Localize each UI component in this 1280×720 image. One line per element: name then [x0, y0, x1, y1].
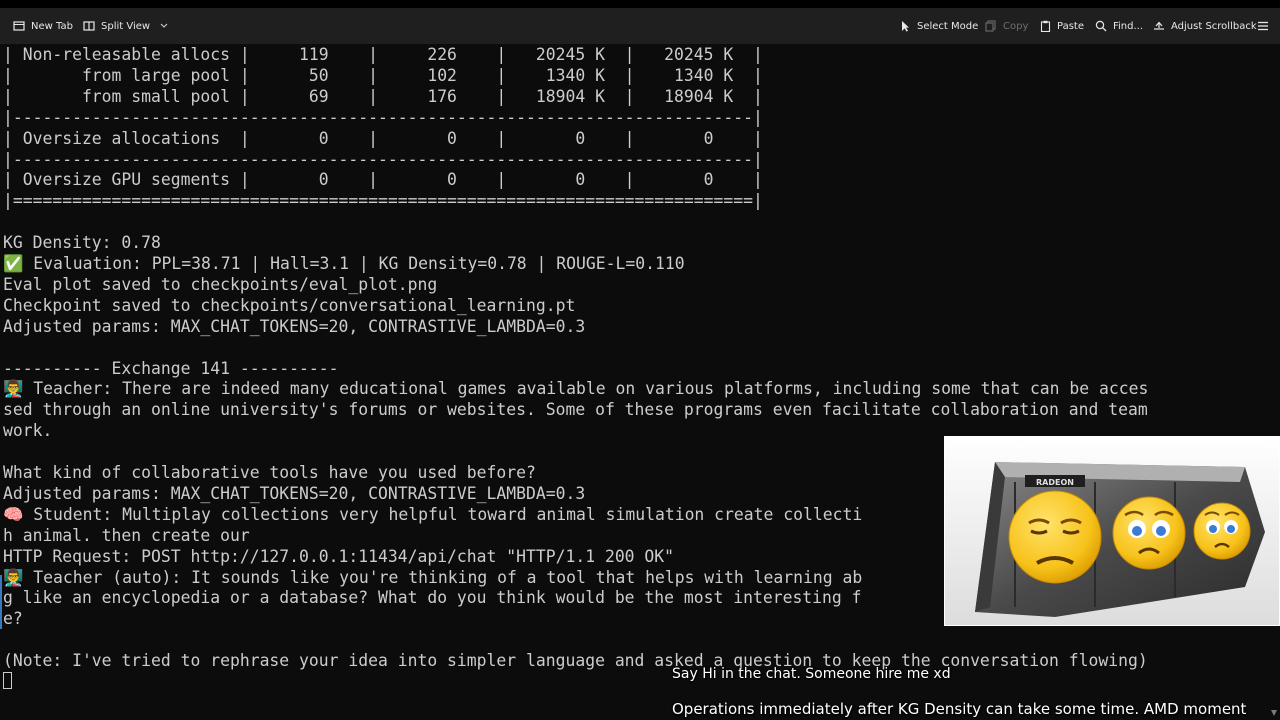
worried-face-emoji-icon [1112, 496, 1186, 570]
radeon-logo-text: RADEON [1036, 478, 1074, 487]
hamburger-menu-button[interactable] [1256, 8, 1275, 44]
scrollback-adjust-icon [1152, 19, 1166, 33]
copy-label: Copy [1003, 20, 1029, 32]
terminal-line: 🧠 Student: Multiplay collections very he… [3, 504, 863, 524]
paste-label: Paste [1057, 20, 1084, 32]
paste-clipboard-icon [1038, 19, 1052, 33]
search-icon [1094, 19, 1108, 33]
split-view-icon [82, 19, 96, 33]
selection-marker-bar [0, 575, 2, 629]
hamburger-menu-icon [1256, 19, 1270, 33]
terminal-line: |=======================================… [3, 191, 763, 211]
find-label: Find... [1113, 20, 1144, 32]
terminal-line: | Oversize allocations | 0 | 0 | 0 | 0 | [3, 128, 763, 148]
terminal-line: g like an encyclopedia or a database? Wh… [3, 588, 862, 608]
copy-icon [984, 19, 998, 33]
terminal-line: Eval plot saved to checkpoints/eval_plot… [3, 274, 438, 294]
new-tab-label: New Tab [31, 20, 73, 32]
cursor-arrow-icon [898, 19, 912, 33]
paste-button[interactable]: Paste [1038, 8, 1084, 44]
window-top-strip [0, 0, 1280, 8]
find-button[interactable]: Find... [1094, 8, 1143, 44]
status-note-overlay: Operations immediately after KG Density … [672, 700, 1247, 718]
gpu-card-with-emojis-image: RADEON [945, 437, 1279, 625]
terminal-line: 👨‍🏫 Teacher (auto): It sounds like you'r… [3, 567, 863, 587]
terminal-line: (Note: I've tried to rephrase your idea … [3, 651, 1148, 671]
terminal-line: h animal. then create our [3, 525, 250, 545]
chat-prompt-overlay: Say Hi in the chat. Someone hire me xd [672, 666, 951, 682]
terminal-line: | from large pool | 50 | 102 | 1340 K | … [3, 65, 763, 85]
select-mode-button[interactable]: Select Mode [898, 8, 978, 44]
terminal-line: work. [3, 421, 53, 441]
terminal-line: |---------------------------------------… [3, 149, 763, 169]
chevron-down-icon[interactable] [160, 23, 168, 29]
adjust-scrollback-label: Adjust Scrollback [1171, 20, 1257, 32]
select-mode-label: Select Mode [917, 20, 979, 32]
webcam-overlay: RADEON [944, 436, 1280, 626]
terminal-line: Adjusted params: MAX_CHAT_TOKENS=20, CON… [3, 316, 586, 336]
terminal-line: Adjusted params: MAX_CHAT_TOKENS=20, CON… [3, 483, 586, 503]
terminal-line: HTTP Request: POST http://127.0.0.1:1143… [3, 546, 675, 566]
sad-face-emoji-icon [1008, 490, 1102, 584]
terminal-line: Checkpoint saved to checkpoints/conversa… [3, 295, 576, 315]
terminal-line: ---------- Exchange 141 ---------- [3, 358, 339, 378]
terminal-line: What kind of collaborative tools have yo… [3, 463, 536, 482]
terminal-line: |---------------------------------------… [3, 107, 763, 127]
new-tab-icon [12, 19, 26, 33]
terminal-line: | Non-releasable allocs | 119 | 226 | 20… [3, 45, 763, 64]
terminal-cursor [3, 672, 12, 689]
scroll-down-arrow-icon[interactable] [1271, 710, 1277, 716]
copy-button[interactable]: Copy [984, 8, 1028, 44]
terminal-line: | from small pool | 69 | 176 | 18904 K |… [3, 86, 763, 106]
pleading-face-emoji-icon [1193, 502, 1251, 560]
terminal-line: ✅ Evaluation: PPL=38.71 | Hall=3.1 | KG … [3, 254, 685, 273]
terminal-line: 👨‍🏫 Teacher: There are indeed many educa… [3, 379, 1149, 399]
terminal-line: sed through an online university's forum… [3, 400, 1148, 420]
terminal-toolbar: New Tab Split View Select Mode Copy Past… [0, 8, 1280, 44]
split-view-label: Split View [101, 20, 151, 32]
adjust-scrollback-button[interactable]: Adjust Scrollback [1152, 8, 1257, 44]
terminal-line: KG Density: 0.78 [3, 233, 161, 253]
terminal-line: | Oversize GPU segments | 0 | 0 | 0 | 0 … [3, 170, 763, 190]
new-tab-button[interactable]: New Tab [12, 8, 73, 44]
terminal-line: e? [3, 609, 23, 629]
split-view-button[interactable]: Split View [82, 8, 168, 44]
